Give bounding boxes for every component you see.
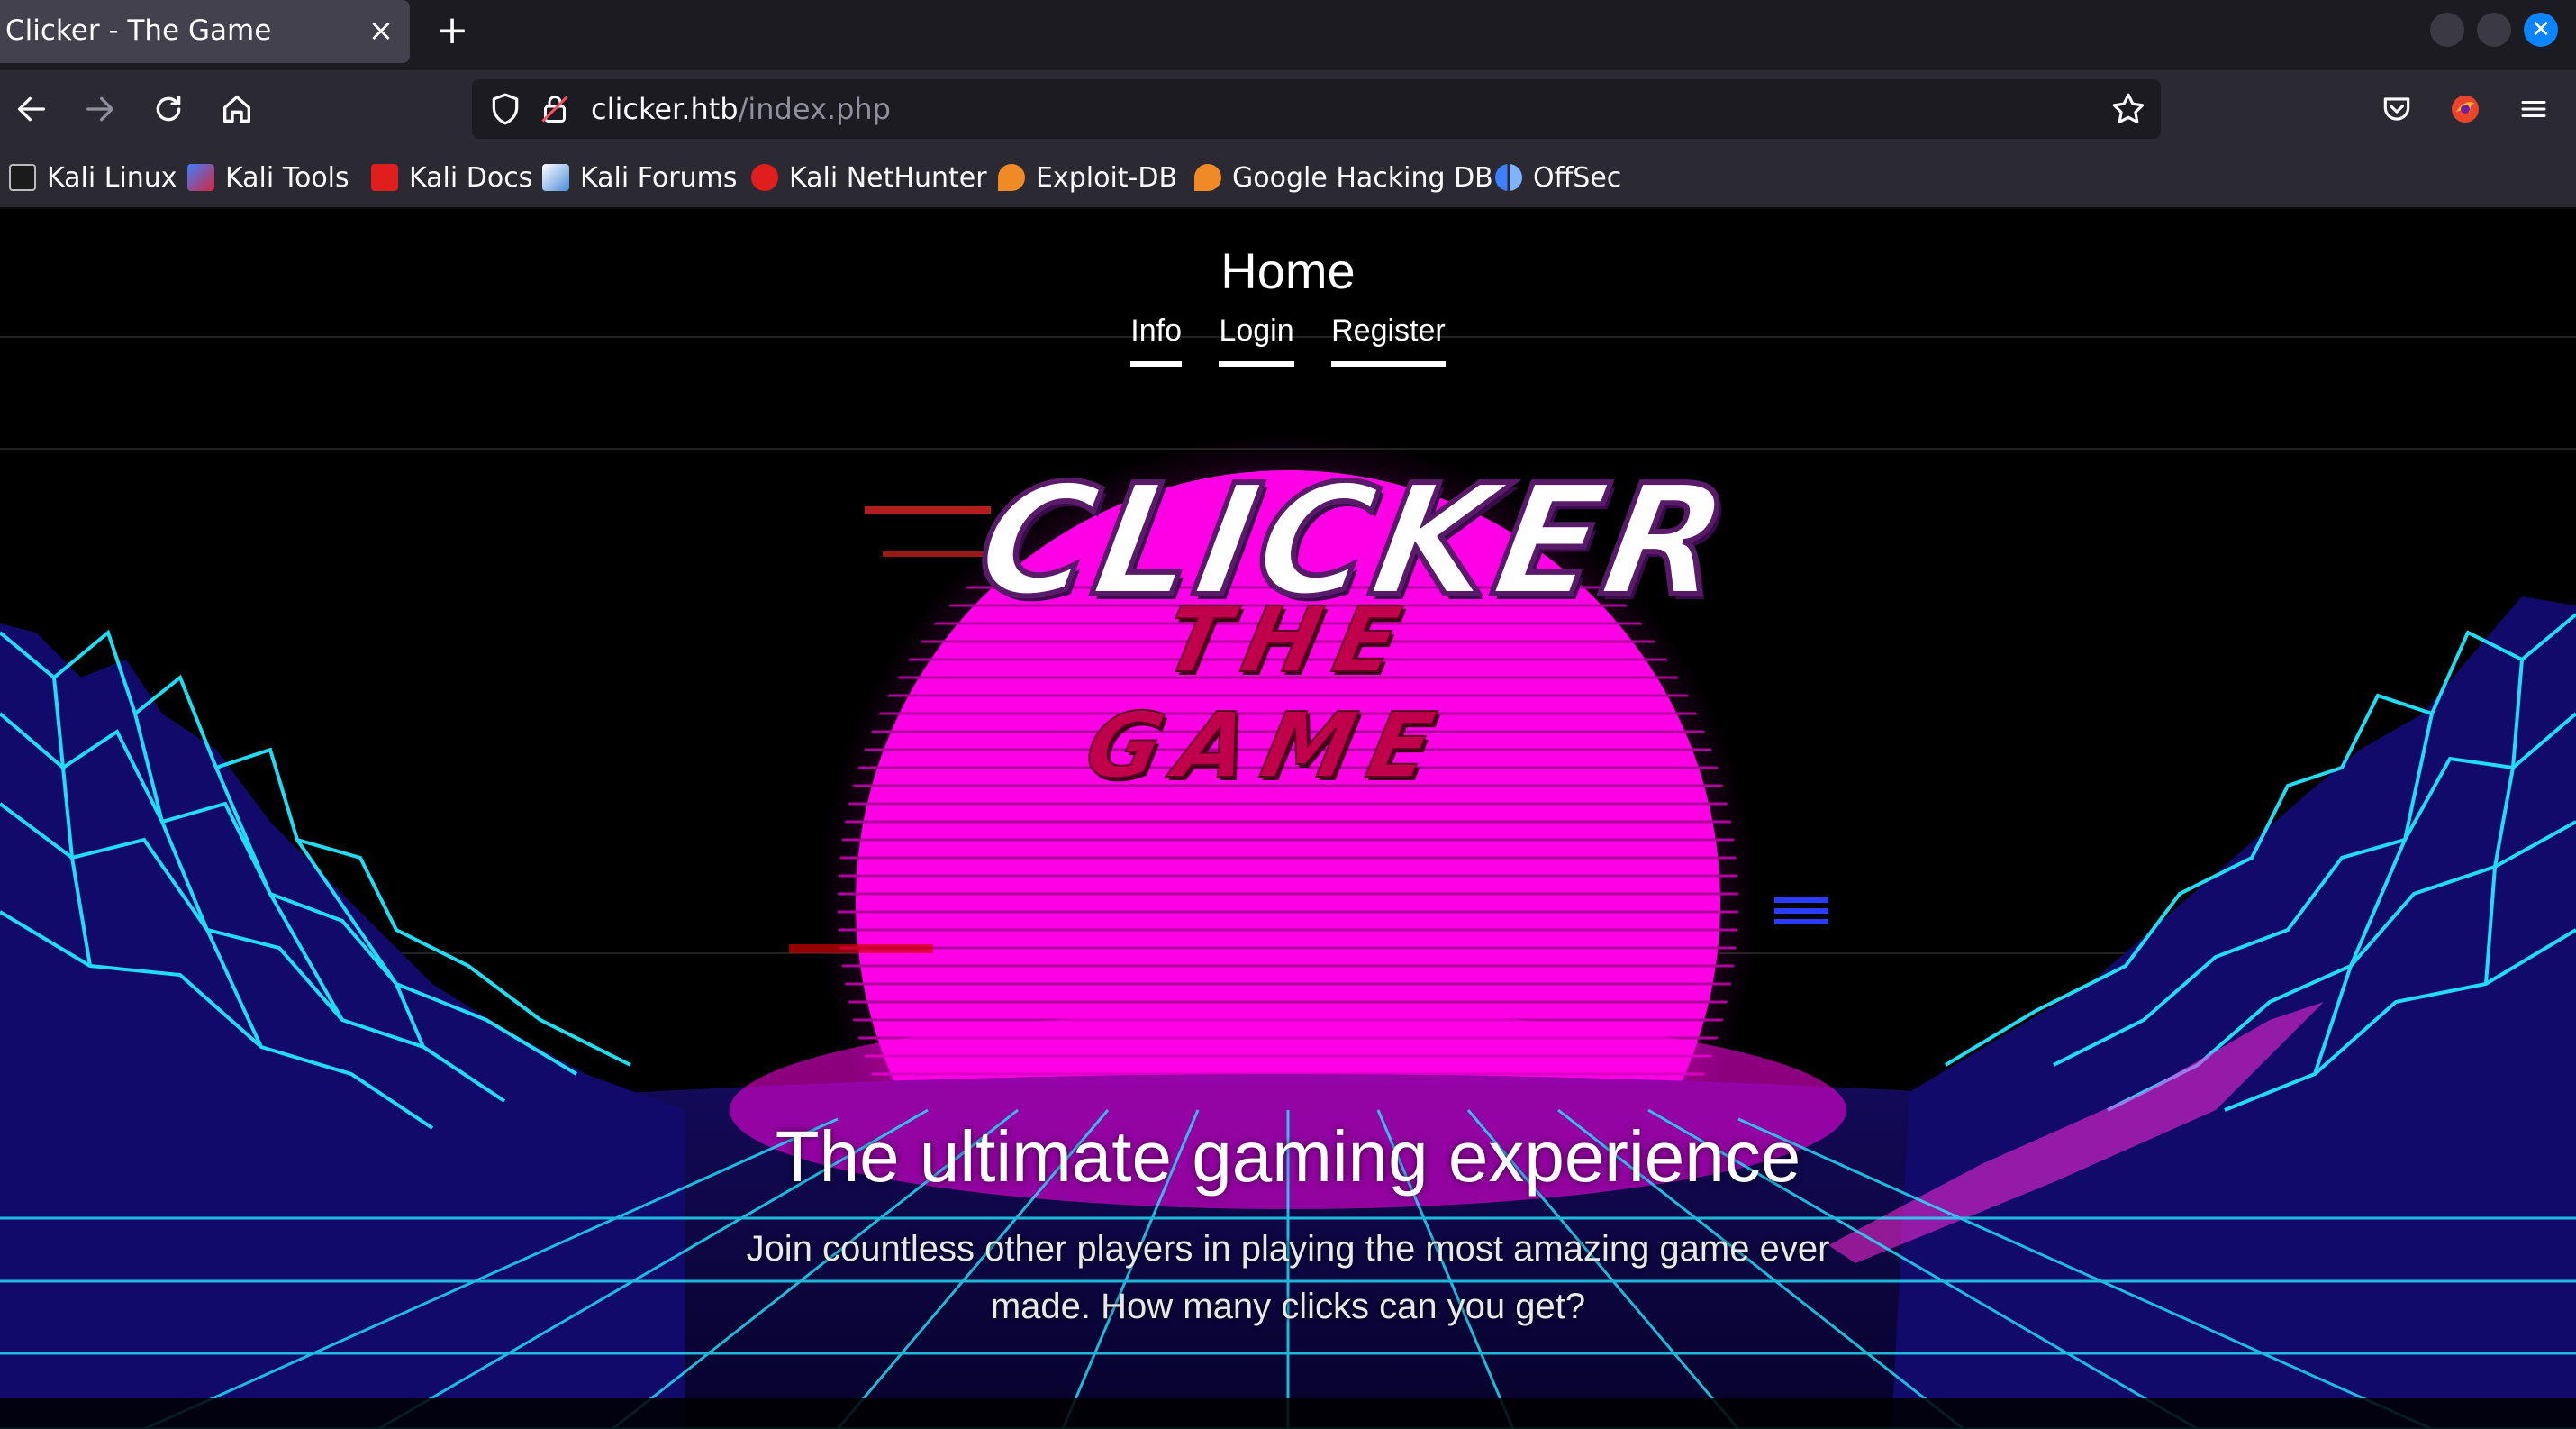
menu-icon[interactable] [2506,81,2562,137]
star-icon[interactable] [2109,90,2147,132]
minimize-button[interactable] [2430,13,2464,47]
maximize-button[interactable] [2477,13,2511,47]
logo-the-game: THE GAME [1075,587,1459,799]
bookmark-label: Google Hacking DB [1232,161,1493,194]
reload-icon[interactable] [141,81,196,137]
bookmark-label: Kali Docs [409,161,533,194]
nav-link-login[interactable]: Login [1219,314,1294,367]
kali-dragon-icon [9,164,36,191]
exploit-db-icon [998,164,1025,191]
bookmark-label: Exploit-DB [1036,161,1178,194]
pocket-icon[interactable] [2369,81,2425,137]
url-host: clicker.htb [591,92,739,126]
bookmark-label: Kali Forums [580,161,738,194]
extension-icon[interactable] [2437,81,2493,137]
bookmark-kali-nethunter[interactable]: Kali NetHunter [751,159,987,196]
hero-subtitle-line2: made. How many clicks can you get? [990,1287,1586,1326]
bookmark-label: Kali Linux [47,161,177,194]
window-close-button[interactable]: ✕ [2524,13,2558,47]
forward-arrow-icon[interactable] [72,81,128,137]
kali-forums-icon [542,164,569,191]
bookmark-kali-docs[interactable]: Kali Docs [371,159,532,196]
hero-title: The ultimate gaming experience [775,1116,1801,1197]
tab-title: Clicker - The Game [5,14,272,47]
bookmark-kali-tools[interactable]: Kali Tools [187,159,349,196]
url-text[interactable]: clicker.htb/index.php [591,92,891,126]
bookmark-google-hacking-db[interactable]: Google Hacking DB [1194,159,1493,196]
back-arrow-icon[interactable] [4,81,59,137]
home-icon[interactable] [209,81,265,137]
new-tab-button[interactable]: + [431,7,474,54]
bookmark-label: Kali Tools [225,161,349,194]
tab-strip: Clicker - The Game × + ✕ [0,0,2576,70]
bookmark-label: Kali NetHunter [789,161,987,194]
bookmark-kali-linux[interactable]: Kali Linux [9,159,177,196]
lock-icon[interactable] [539,92,571,130]
bookmarks-toolbar: Kali Linux Kali Tools Kali Docs Kali For… [0,148,2576,209]
page-viewport: Home Info Login Register CLICKER THE GAM… [0,209,2576,1429]
url-path: /index.php [738,92,891,126]
tab-close-icon[interactable]: × [364,11,398,50]
offsec-icon [1495,164,1522,191]
active-tab[interactable]: Clicker - The Game × [0,0,410,63]
bookmark-label: OffSec [1533,161,1622,194]
bookmark-kali-forums[interactable]: Kali Forums [542,159,737,196]
kali-nethunter-icon [751,164,778,191]
nav-link-register[interactable]: Register [1331,314,1446,367]
bookmark-exploit-db[interactable]: Exploit-DB [998,159,1177,196]
page-title: Home [1220,242,1356,299]
left-mountains [0,623,685,1429]
kali-tools-icon [187,164,214,191]
kali-docs-icon [371,164,398,191]
bookmark-offsec[interactable]: OffSec [1495,159,1621,196]
site-nav: Info Login Register [0,314,2576,367]
nav-link-info[interactable]: Info [1130,314,1182,367]
hero-subtitle: Join countless other players in playing … [694,1220,1882,1335]
ghdb-icon [1194,164,1221,191]
shield-icon[interactable] [488,92,522,130]
navigation-toolbar: clicker.htb/index.php [0,70,2576,148]
right-mountains [1891,596,2576,1429]
hero-subtitle-line1: Join countless other players in playing … [746,1229,1830,1269]
address-bar[interactable]: clicker.htb/index.php [472,79,2161,139]
